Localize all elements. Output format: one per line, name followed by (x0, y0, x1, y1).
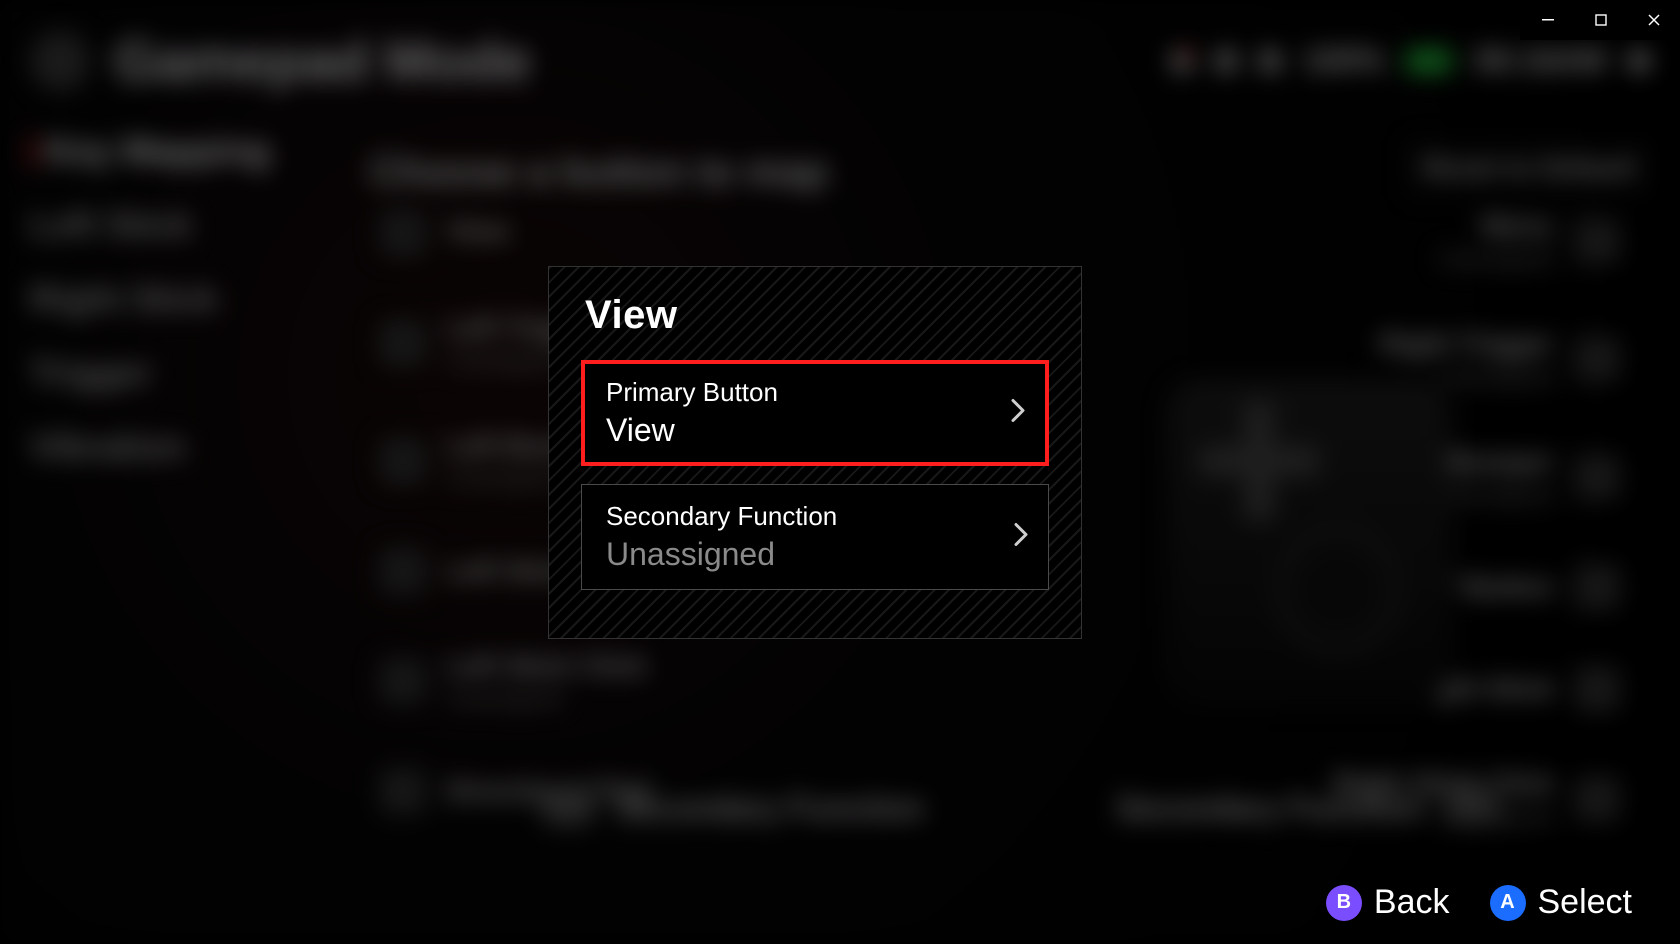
hint-label: Back (1374, 883, 1450, 922)
option-label: Primary Button (606, 377, 992, 408)
option-secondary-function[interactable]: Secondary Function Unassigned (581, 484, 1049, 590)
view-mapping-dialog: View Primary Button View Secondary Funct… (548, 266, 1082, 639)
chevron-right-icon (1011, 399, 1025, 428)
dialog-title: View (549, 267, 1081, 360)
a-button-icon: A (1490, 885, 1526, 921)
window-maximize-button[interactable] (1574, 0, 1627, 40)
window-minimize-button[interactable] (1521, 0, 1574, 40)
option-value: View (606, 412, 992, 449)
b-button-icon: B (1326, 885, 1362, 921)
window-close-button[interactable] (1627, 0, 1680, 40)
option-label: Secondary Function (606, 501, 992, 532)
option-value: Unassigned (606, 536, 992, 573)
chevron-right-icon (1014, 523, 1028, 552)
hint-back: B Back (1326, 883, 1450, 922)
controller-hints: B Back A Select (1326, 883, 1632, 922)
window-titlebar (1520, 0, 1680, 40)
option-primary-button[interactable]: Primary Button View (581, 360, 1049, 466)
hint-select: A Select (1490, 883, 1633, 922)
hint-label: Select (1538, 883, 1633, 922)
